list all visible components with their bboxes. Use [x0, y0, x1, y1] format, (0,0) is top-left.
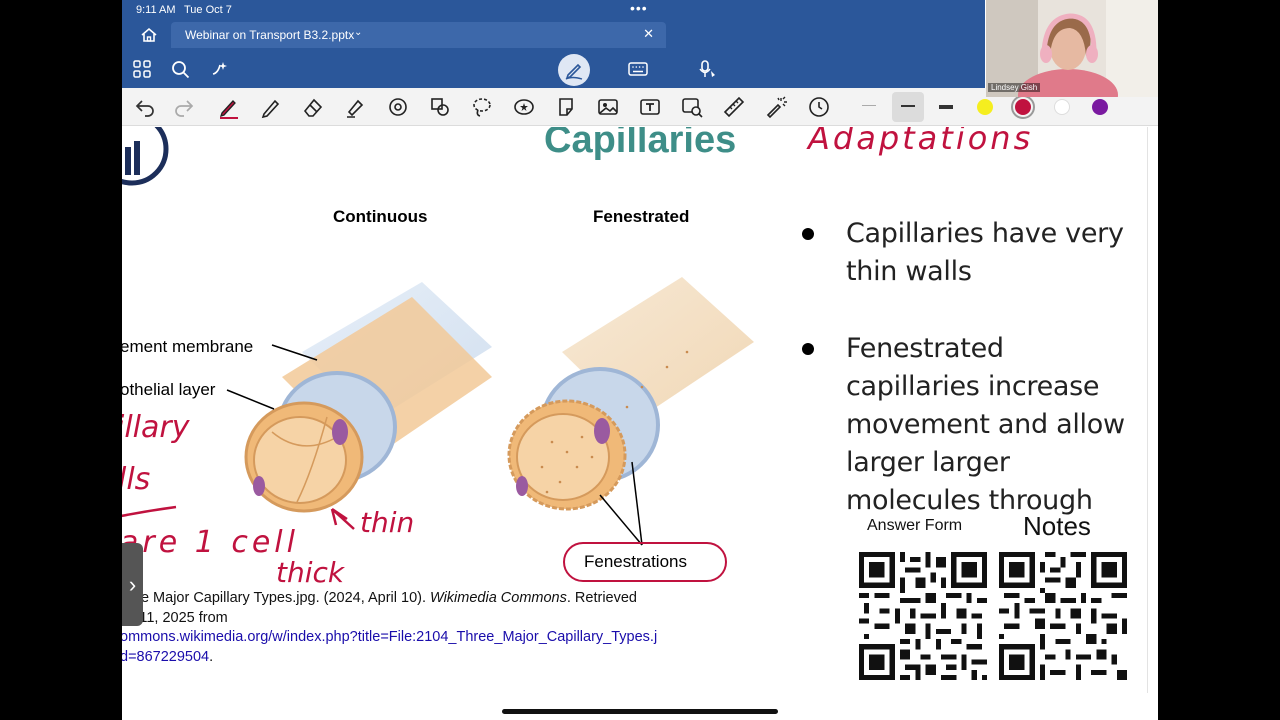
draw-mode-button[interactable]	[558, 54, 590, 86]
endothelial-layer-label: othelial layer	[122, 380, 216, 399]
sticky-note-icon[interactable]	[554, 95, 578, 119]
bullet-text: Fenestrated capillaries increase movemen…	[846, 333, 1125, 516]
ink-are-1-cell: are 1 cell	[122, 525, 299, 560]
pencil-icon[interactable]	[259, 95, 283, 119]
slide-title: Capillaries	[544, 127, 737, 161]
ink-capillary: illary	[122, 410, 191, 445]
bullet-item: Capillaries have very thin walls	[798, 215, 1143, 291]
document-tab-name: Webinar on Transport B3.2.pptx	[185, 28, 355, 42]
tab-row: Webinar on Transport B3.2.pptx ⌄ ✕	[122, 20, 985, 50]
command-row	[122, 50, 985, 88]
redo-icon[interactable]	[172, 95, 196, 119]
chevron-down-icon[interactable]: ⌄	[354, 27, 362, 38]
bullet-list: Capillaries have very thin walls Fenestr…	[798, 215, 1143, 559]
answer-form-label: Answer Form	[867, 517, 963, 534]
chevron-right-icon: ›	[128, 571, 137, 597]
school-logo-icon	[122, 127, 169, 186]
draw-pen-icon	[565, 63, 583, 80]
red-color-swatch-selected[interactable]	[1011, 95, 1035, 119]
continuous-label: Continuous	[333, 207, 428, 226]
ink-underline	[122, 505, 177, 518]
fenestrations-leader-2	[631, 461, 643, 546]
ink-walls: lls	[122, 462, 150, 497]
medium-stroke-option[interactable]	[892, 92, 924, 122]
status-date: Tue Oct 7	[184, 4, 232, 16]
ink-thick: thick	[276, 556, 346, 589]
lasso-select-icon[interactable]	[470, 95, 494, 119]
keyboard-icon[interactable]	[628, 60, 648, 78]
purple-color-swatch[interactable]	[1092, 99, 1108, 115]
bullet-dot-icon	[802, 228, 814, 240]
medium-stroke-line	[901, 105, 915, 107]
home-icon[interactable]	[140, 26, 158, 44]
handwritten-title: Adaptations	[806, 127, 1033, 157]
highlighter-icon[interactable]	[343, 95, 367, 119]
webcam-video: Lindsey Gish	[986, 0, 1158, 97]
handwritten-annotations: illary lls are 1 cell thick	[122, 410, 346, 589]
red-color-swatch	[1015, 99, 1031, 115]
ink-to-shape-icon[interactable]	[428, 95, 452, 119]
laser-pointer-icon[interactable]	[764, 95, 788, 119]
picture-icon[interactable]	[596, 95, 620, 119]
participant-name: Lindsey Gish	[988, 83, 1041, 92]
eraser-icon[interactable]	[301, 95, 325, 119]
stickers-icon[interactable]	[512, 95, 536, 119]
search-icon[interactable]	[171, 60, 190, 79]
citation-source: Wikimedia Commons	[430, 590, 567, 606]
action-pen-icon[interactable]	[386, 95, 410, 119]
handwritten-title-ink: Adaptations	[806, 127, 1033, 157]
close-icon[interactable]: ✕	[643, 26, 654, 42]
notes-qr-code[interactable]	[999, 552, 1127, 680]
bullet-dot-icon	[802, 343, 814, 355]
image-search-icon[interactable]	[680, 95, 704, 119]
image-citation: hree Major Capillary Types.jpg. (2024, A…	[122, 589, 730, 667]
ruler-icon[interactable]	[722, 95, 746, 119]
undo-icon[interactable]	[133, 95, 157, 119]
document-tab[interactable]: Webinar on Transport B3.2.pptx ⌄ ✕	[171, 22, 666, 48]
ipad-screen: 9:11 AM Tue Oct 7 ••• Webinar on Transpo…	[122, 0, 1158, 720]
slide-canvas[interactable]: Capillaries Adaptations Continuous Fenes…	[122, 127, 1148, 693]
white-color-swatch[interactable]	[1054, 99, 1070, 115]
multitasking-dots-icon[interactable]: •••	[630, 0, 648, 16]
bullet-text: Capillaries have very thin walls	[846, 218, 1124, 287]
citation-line-2: ch 11, 2025 from	[122, 609, 228, 626]
fenestrated-capillary	[507, 277, 754, 511]
citation-line-1: hree Major Capillary Types.jpg. (2024, A…	[122, 589, 730, 609]
citation-text: hree Major Capillary Types.jpg. (2024, A…	[122, 590, 431, 606]
dictate-microphone-icon[interactable]	[698, 59, 718, 79]
pen-active-icon[interactable]	[217, 95, 241, 119]
fenestrated-label: Fenestrated	[593, 207, 690, 226]
basement-membrane-label: ement membrane	[122, 337, 254, 356]
fenestrations-leader-1	[599, 494, 643, 546]
citation-text: . Retrieved	[566, 590, 637, 606]
thin-stroke-option[interactable]	[862, 105, 876, 106]
citation-link[interactable]: ommons.wikimedia.org/w/index.php?title=F…	[122, 628, 730, 648]
slide-panel-toggle[interactable]: ›	[122, 543, 143, 626]
citation-link-end[interactable]: d=867229504	[122, 649, 209, 665]
citation-period: .	[209, 648, 214, 665]
thick-stroke-option[interactable]	[939, 105, 953, 109]
home-indicator[interactable]	[502, 709, 778, 714]
app-grid-icon[interactable]	[133, 60, 151, 78]
notes-label: Notes	[1023, 511, 1091, 541]
bullet-item: Fenestrated capillaries increase movemen…	[798, 330, 1143, 520]
replay-clock-icon[interactable]	[807, 95, 831, 119]
copilot-sparkle-icon[interactable]	[210, 59, 230, 79]
handwritten-thin: thin	[360, 506, 414, 539]
status-bar: 9:11 AM Tue Oct 7 •••	[122, 0, 985, 20]
text-box-icon[interactable]	[638, 95, 662, 119]
fenestrations-label: Fenestrations	[584, 552, 687, 571]
ink-thin: thin	[360, 506, 414, 539]
status-time: 9:11 AM	[136, 4, 176, 16]
answer-form-qr-code[interactable]	[859, 552, 987, 680]
citation-line-4: d=867229504.	[122, 648, 730, 668]
yellow-color-swatch[interactable]	[977, 99, 993, 115]
